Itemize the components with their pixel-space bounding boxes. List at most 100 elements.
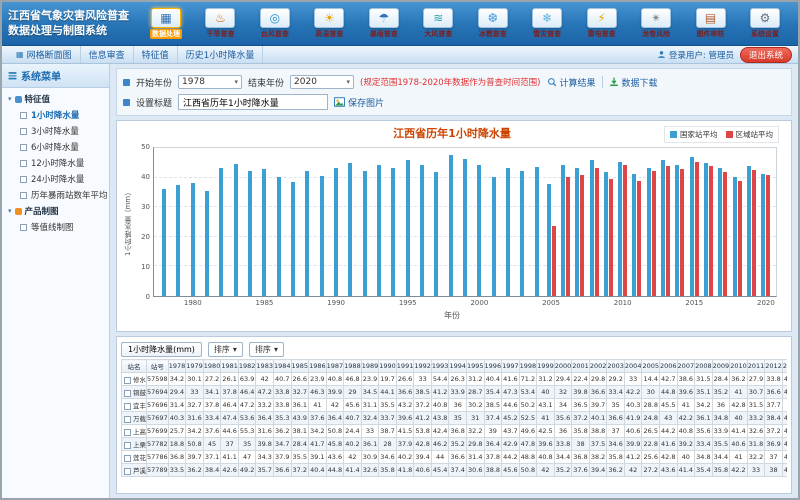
col-header-year[interactable]: 2004 [624, 360, 642, 373]
bar-national-avg [535, 167, 539, 296]
col-header-year[interactable]: 1988 [344, 360, 362, 373]
col-header-year[interactable]: 1993 [431, 360, 449, 373]
col-header-year[interactable]: 2006 [660, 360, 678, 373]
tree-item[interactable]: 1小时降水量 [4, 107, 107, 123]
tree-item[interactable]: 3小时降水量 [4, 123, 107, 139]
value-cell: 30 [642, 386, 660, 399]
logout-button[interactable]: 退出系统 [740, 47, 792, 63]
value-cell: 33.2 [256, 399, 274, 412]
tree-item-label: 1小时降水量 [31, 109, 79, 121]
table-body: 修水5759834.230.127.226.163.94240.726.623.… [122, 373, 788, 477]
col-header-year[interactable]: 1979 [186, 360, 204, 373]
value-cell: 40.1 [589, 412, 607, 425]
col-header-year[interactable]: 2000 [554, 360, 572, 373]
toolbar-item-settings-gear[interactable]: ⚙系统设置 [742, 8, 788, 39]
wind-icon: ≋ [423, 8, 453, 28]
nav-tab-1[interactable]: ▦网格断面图 [8, 46, 81, 63]
tree-item[interactable]: 24小时降水量 [4, 171, 107, 187]
col-header-year[interactable]: 1995 [466, 360, 484, 373]
calculate-button[interactable]: 计算结果 [547, 76, 596, 89]
col-header-year[interactable]: 2013 [782, 360, 787, 373]
col-header-year[interactable]: 1986 [309, 360, 327, 373]
station-name: 宜丰 [133, 402, 146, 410]
col-header-year[interactable]: 2010 [730, 360, 748, 373]
row-checkbox[interactable] [124, 403, 131, 410]
col-header-year[interactable]: 1998 [519, 360, 537, 373]
high-temp-icon: ☀ [314, 8, 344, 28]
tree-item[interactable]: 12小时降水量 [4, 155, 107, 171]
sort-select-1[interactable]: 排序▾ [208, 342, 243, 357]
col-header-id[interactable]: 站号 [147, 360, 169, 373]
end-year-select[interactable]: 2020▾ [290, 75, 354, 89]
col-header-year[interactable]: 1985 [291, 360, 309, 373]
toolbar-item-drought[interactable]: ♨干旱普查 [197, 8, 243, 39]
row-checkbox[interactable] [124, 390, 131, 397]
col-header-year[interactable]: 1980 [203, 360, 221, 373]
col-header-year[interactable]: 1994 [449, 360, 467, 373]
tree-item[interactable]: 6小时降水量 [4, 139, 107, 155]
col-header-year[interactable]: 2009 [712, 360, 730, 373]
toolbar-item-map-review[interactable]: ▤图件审核 [688, 8, 734, 39]
col-header-year[interactable]: 2003 [607, 360, 625, 373]
toolbar-item-hail[interactable]: ❆冰雹普查 [470, 8, 516, 39]
col-header-year[interactable]: 1989 [361, 360, 379, 373]
col-header-year[interactable]: 2012 [765, 360, 783, 373]
col-header-year[interactable]: 1987 [326, 360, 344, 373]
toolbar-item-typhoon[interactable]: ◎台风普查 [252, 8, 298, 39]
col-header-year[interactable]: 1996 [484, 360, 502, 373]
checkbox-icon[interactable] [20, 224, 27, 231]
sort-select-2[interactable]: 排序▾ [249, 342, 284, 357]
col-header-year[interactable]: 1982 [238, 360, 256, 373]
checkbox-icon[interactable] [20, 160, 27, 167]
checkbox-icon[interactable] [20, 128, 27, 135]
col-header-year[interactable]: 2011 [747, 360, 765, 373]
toolbar-item-lightning[interactable]: ⚡雷电普查 [579, 8, 625, 39]
col-header-year[interactable]: 1999 [537, 360, 555, 373]
value-cell: 19.7 [379, 373, 397, 386]
col-header-station[interactable]: 站名 [122, 360, 147, 373]
col-header-year[interactable]: 1992 [414, 360, 432, 373]
row-checkbox[interactable] [124, 468, 131, 475]
save-image-button[interactable]: 保存图片 [334, 96, 384, 109]
checkbox-icon[interactable] [20, 176, 27, 183]
start-year-select[interactable]: 1978▾ [178, 75, 242, 89]
col-header-year[interactable]: 2005 [642, 360, 660, 373]
download-button[interactable]: 数据下载 [609, 76, 658, 89]
col-header-year[interactable]: 1997 [502, 360, 520, 373]
tree-item[interactable]: 等值线制图 [4, 219, 107, 235]
row-checkbox[interactable] [124, 429, 131, 436]
bullet-icon [123, 99, 130, 106]
toolbar-item-snow[interactable]: ❄雪灾普查 [524, 8, 570, 39]
col-header-year[interactable]: 2002 [589, 360, 607, 373]
col-header-year[interactable]: 1978 [168, 360, 186, 373]
col-header-year[interactable]: 2008 [695, 360, 713, 373]
chart-title-input[interactable] [178, 94, 328, 110]
data-grid-wrap[interactable]: 站名站号197819791980198119821983198419851986… [121, 359, 787, 490]
tree-group-1[interactable]: ▾特征值 [4, 91, 107, 107]
col-header-year[interactable]: 1981 [221, 360, 239, 373]
row-checkbox[interactable] [124, 442, 131, 449]
checkbox-icon[interactable] [20, 192, 27, 199]
toolbar-item-tornado[interactable]: ✴龙卷风险 [633, 8, 679, 39]
row-checkbox[interactable] [124, 455, 131, 462]
checkbox-icon[interactable] [20, 112, 27, 119]
toolbar-item-data-processing[interactable]: ▦数据处理 [143, 8, 189, 39]
nav-tab-4[interactable]: 历史1小时降水量 [178, 46, 264, 63]
tree-group-2[interactable]: ▾产品制图 [4, 203, 107, 219]
col-header-year[interactable]: 1984 [273, 360, 291, 373]
toolbar-item-rainstorm[interactable]: ☂暴雨普查 [361, 8, 407, 39]
bar-group [272, 148, 286, 296]
col-header-year[interactable]: 1991 [396, 360, 414, 373]
row-checkbox[interactable] [124, 377, 131, 384]
checkbox-icon[interactable] [20, 144, 27, 151]
nav-tab-3[interactable]: 特征值 [134, 46, 178, 63]
row-checkbox[interactable] [124, 416, 131, 423]
col-header-year[interactable]: 2007 [677, 360, 695, 373]
col-header-year[interactable]: 2001 [572, 360, 590, 373]
col-header-year[interactable]: 1990 [379, 360, 397, 373]
toolbar-item-wind[interactable]: ≋大风普查 [415, 8, 461, 39]
toolbar-item-high-temp[interactable]: ☀高温普查 [306, 8, 352, 39]
nav-tab-2[interactable]: 信息审查 [81, 46, 134, 63]
tree-item[interactable]: 历年暴雨站数年平均图 [4, 187, 107, 203]
col-header-year[interactable]: 1983 [256, 360, 274, 373]
